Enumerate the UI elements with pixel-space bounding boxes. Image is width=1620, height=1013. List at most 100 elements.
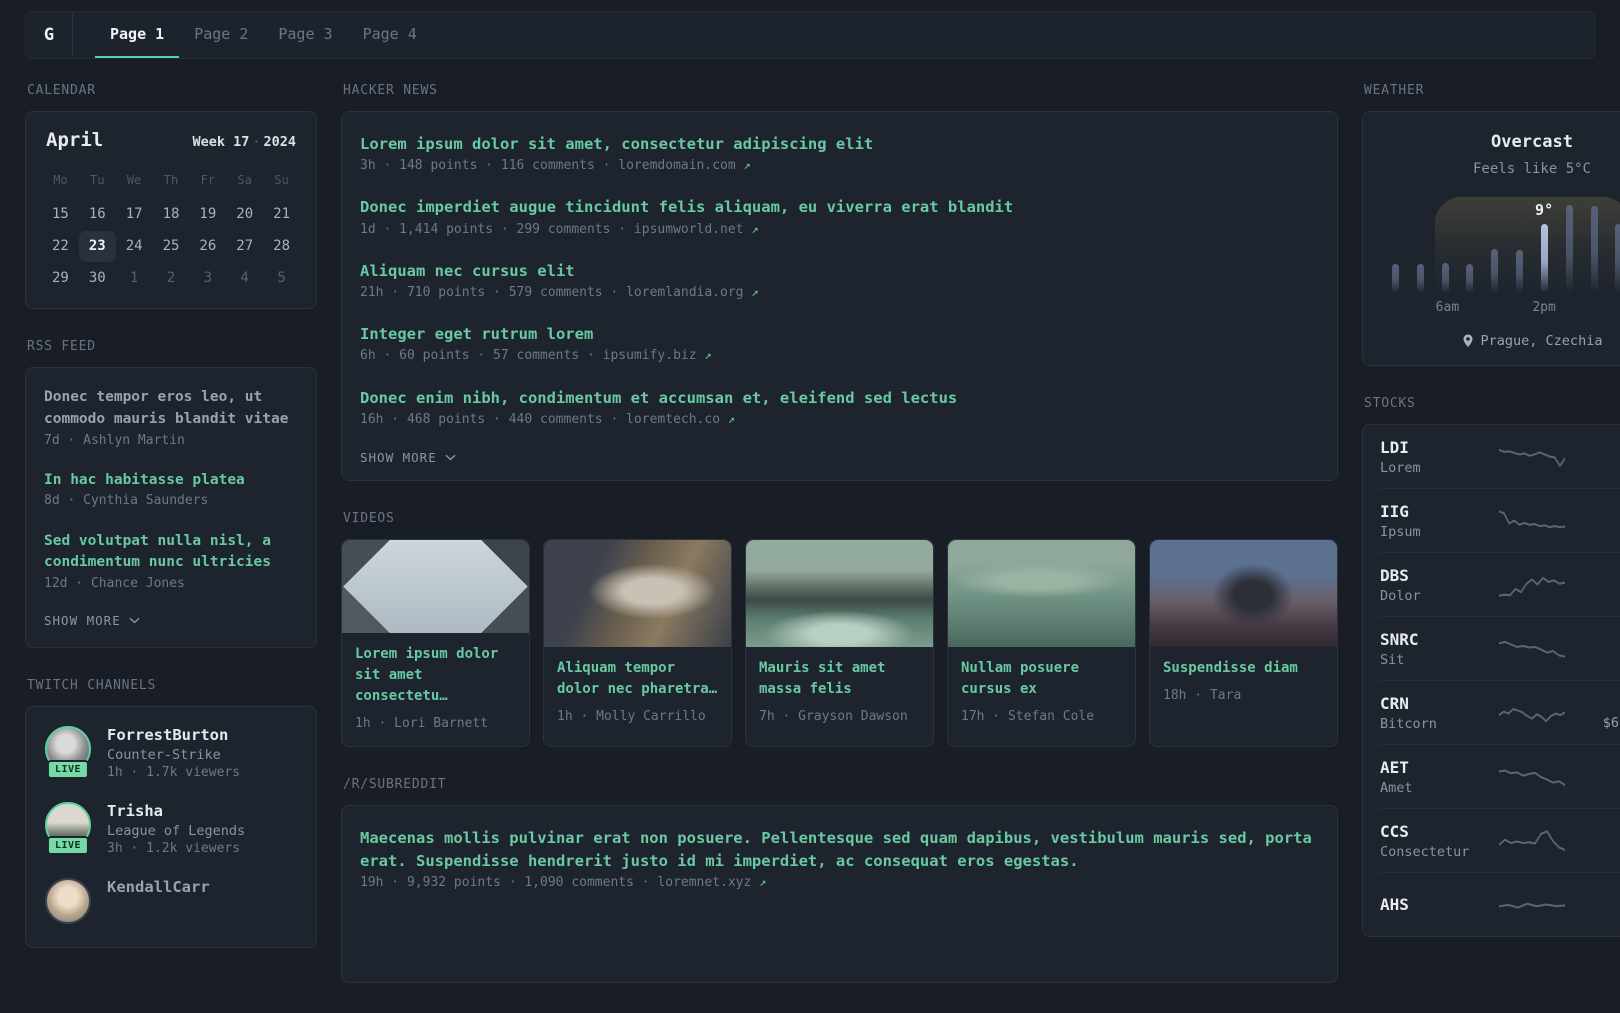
hackernews-title[interactable]: Donec imperdiet augue tincidunt felis al… <box>360 196 1319 219</box>
rss-item: Donec tempor eros leo, ut commodo mauris… <box>44 387 298 451</box>
rss-item-title[interactable]: Donec tempor eros leo, ut commodo mauris… <box>44 387 298 431</box>
calendar-day[interactable]: 15 <box>42 199 79 230</box>
hackernews-title[interactable]: Lorem ipsum dolor sit amet, consectetur … <box>360 133 1319 156</box>
video-title[interactable]: Aliquam tempor dolor nec pharetra… <box>557 658 718 700</box>
calendar-day[interactable]: 24 <box>116 231 153 262</box>
calendar-day[interactable]: 17 <box>116 199 153 230</box>
twitch-category[interactable]: League of Legends <box>107 823 245 839</box>
twitch-channel-info: ForrestBurton Counter-Strike 1h · 1.7k v… <box>107 726 240 783</box>
external-link-icon[interactable]: ↗ <box>751 285 758 299</box>
stock-row[interactable]: CCS Consectetur +0.51% $165.84 <box>1380 809 1620 873</box>
hackernews-show-more-button[interactable]: SHOW MORE <box>360 450 1319 465</box>
rss-show-more-button[interactable]: SHOW MORE <box>44 613 298 628</box>
video-meta: 1h · Lori Barnett <box>355 715 489 731</box>
calendar-day[interactable]: 16 <box>79 199 116 230</box>
video-thumbnail[interactable] <box>1150 539 1337 647</box>
stock-ticker[interactable]: CRN <box>1380 694 1485 713</box>
stock-ticker[interactable]: AET <box>1380 758 1485 777</box>
stock-ticker[interactable]: CCS <box>1380 822 1485 841</box>
tab-page-1[interactable]: Page 1 <box>95 12 180 58</box>
subreddit-post: Maecenas mollis pulvinar erat non posuer… <box>360 827 1319 894</box>
calendar-day[interactable]: 5 <box>263 263 300 294</box>
weather-location-text: Prague, Czechia <box>1480 333 1603 349</box>
video-title[interactable]: Suspendisse diam <box>1163 658 1324 679</box>
calendar-day[interactable]: 21 <box>263 199 300 230</box>
widget-label-hackernews: HACKER NEWS <box>343 83 438 98</box>
video-thumbnail[interactable] <box>544 539 731 647</box>
rss-item-meta: 7d · Ashlyn Martin <box>44 432 185 448</box>
hackernews-item: Aliquam nec cursus elit 21h · 710 points… <box>360 260 1319 303</box>
video-title[interactable]: Nullam posuere cursus ex <box>961 658 1122 700</box>
twitch-channel-name[interactable]: ForrestBurton <box>107 726 240 744</box>
video-title[interactable]: Lorem ipsum dolor sit amet consectetu… <box>355 644 516 707</box>
calendar-day[interactable]: 1 <box>116 263 153 294</box>
calendar-day[interactable]: 22 <box>42 231 79 262</box>
external-link-icon[interactable]: ↗ <box>759 875 766 889</box>
calendar-day-header: Th <box>163 173 179 187</box>
external-link-icon[interactable]: ↗ <box>704 348 711 362</box>
calendar-day-header: Tu <box>90 173 105 187</box>
hackernews-title[interactable]: Integer eget rutrum lorem <box>360 323 1319 346</box>
calendar-day[interactable]: 2 <box>153 263 190 294</box>
twitch-channel-name[interactable]: Trisha <box>107 802 245 820</box>
twitch-channel[interactable]: LIVE Trisha League of Legends 3h · 1.2k … <box>44 802 298 859</box>
top-nav: G Page 1 Page 2 Page 3 Page 4 <box>25 11 1595 59</box>
stock-ticker[interactable]: IIG <box>1380 502 1485 521</box>
twitch-channel[interactable]: LIVE ForrestBurton Counter-Strike 1h · 1… <box>44 726 298 783</box>
external-link-icon[interactable]: ↗ <box>728 412 735 426</box>
tab-page-4[interactable]: Page 4 <box>348 12 432 58</box>
stock-row[interactable]: LDI Lorem +4.35% $795.18 <box>1380 425 1620 489</box>
meta-text: 16h · 468 points · 440 comments · loremt… <box>360 411 721 427</box>
weather-location[interactable]: Prague, Czechia <box>1381 333 1620 349</box>
hackernews-title[interactable]: Donec enim nibh, condimentum et accumsan… <box>360 387 1319 410</box>
app-logo[interactable]: G <box>26 12 72 58</box>
twitch-channel[interactable]: KendallCarr <box>44 878 298 925</box>
calendar-day[interactable]: 18 <box>153 199 190 230</box>
external-link-icon[interactable]: ↗ <box>751 222 758 236</box>
calendar-day[interactable]: 19 <box>189 199 226 230</box>
video-card[interactable]: Aliquam tempor dolor nec pharetra… 1h · … <box>543 538 732 747</box>
twitch-category[interactable]: Counter-Strike <box>107 747 240 763</box>
calendar-day[interactable]: 26 <box>189 231 226 262</box>
calendar-day[interactable]: 27 <box>226 231 263 262</box>
stock-row[interactable]: AHS +0.46% <box>1380 873 1620 936</box>
video-card[interactable]: Lorem ipsum dolor sit amet consectetu… 1… <box>341 538 530 747</box>
video-card[interactable]: Mauris sit amet massa felis 7h · Grayson… <box>745 538 934 747</box>
stock-ticker[interactable]: SNRC <box>1380 630 1485 649</box>
twitch-card: LIVE ForrestBurton Counter-Strike 1h · 1… <box>25 706 317 949</box>
calendar-day[interactable]: 20 <box>226 199 263 230</box>
video-card[interactable]: Nullam posuere cursus ex 17h · Stefan Co… <box>947 538 1136 747</box>
stock-row[interactable]: SNRC Sit +1.36% $148.64 <box>1380 617 1620 681</box>
stock-ticker[interactable]: AHS <box>1380 895 1485 914</box>
twitch-channel-name[interactable]: KendallCarr <box>107 878 210 896</box>
external-link-icon[interactable]: ↗ <box>744 158 751 172</box>
calendar-day[interactable]: 28 <box>263 231 300 262</box>
video-card[interactable]: Suspendisse diam 18h · Tara <box>1149 538 1338 747</box>
tab-page-3[interactable]: Page 3 <box>263 12 347 58</box>
stock-row[interactable]: CRN Bitcorn -1.00% $66,171.48 <box>1380 681 1620 745</box>
video-thumbnail[interactable] <box>746 539 933 647</box>
tab-page-2[interactable]: Page 2 <box>179 12 263 58</box>
stock-row[interactable]: DBS Dolor +1.42% $156.28 <box>1380 553 1620 617</box>
stock-ticker[interactable]: LDI <box>1380 438 1485 457</box>
calendar-day[interactable]: 3 <box>189 263 226 294</box>
weather-bar <box>1491 249 1499 293</box>
calendar-day-selected[interactable]: 23 <box>78 231 116 262</box>
calendar-day[interactable]: 29 <box>42 263 79 294</box>
stock-row[interactable]: AET Amet +0.92% $499.72 <box>1380 745 1620 809</box>
twitch-widget: TWITCH CHANNELS LIVE ForrestBurton Count… <box>25 678 317 949</box>
video-title[interactable]: Mauris sit amet massa felis <box>759 658 920 700</box>
stock-left: AET Amet <box>1380 758 1485 796</box>
calendar-day[interactable]: 4 <box>226 263 263 294</box>
rss-item-title[interactable]: Sed volutpat nulla nisl, a condimentum n… <box>44 531 298 575</box>
stock-right: +1.42% $156.28 <box>1579 566 1620 603</box>
video-thumbnail[interactable] <box>948 539 1135 647</box>
stock-ticker[interactable]: DBS <box>1380 566 1485 585</box>
rss-item-title[interactable]: In hac habitasse platea <box>44 470 298 492</box>
calendar-day[interactable]: 25 <box>153 231 190 262</box>
stock-row[interactable]: IIG Ipsum +2.84% $42.04 <box>1380 489 1620 553</box>
hackernews-title[interactable]: Aliquam nec cursus elit <box>360 260 1319 283</box>
video-thumbnail[interactable] <box>342 539 529 633</box>
calendar-day[interactable]: 30 <box>79 263 116 294</box>
subreddit-post-title[interactable]: Maecenas mollis pulvinar erat non posuer… <box>360 827 1319 874</box>
